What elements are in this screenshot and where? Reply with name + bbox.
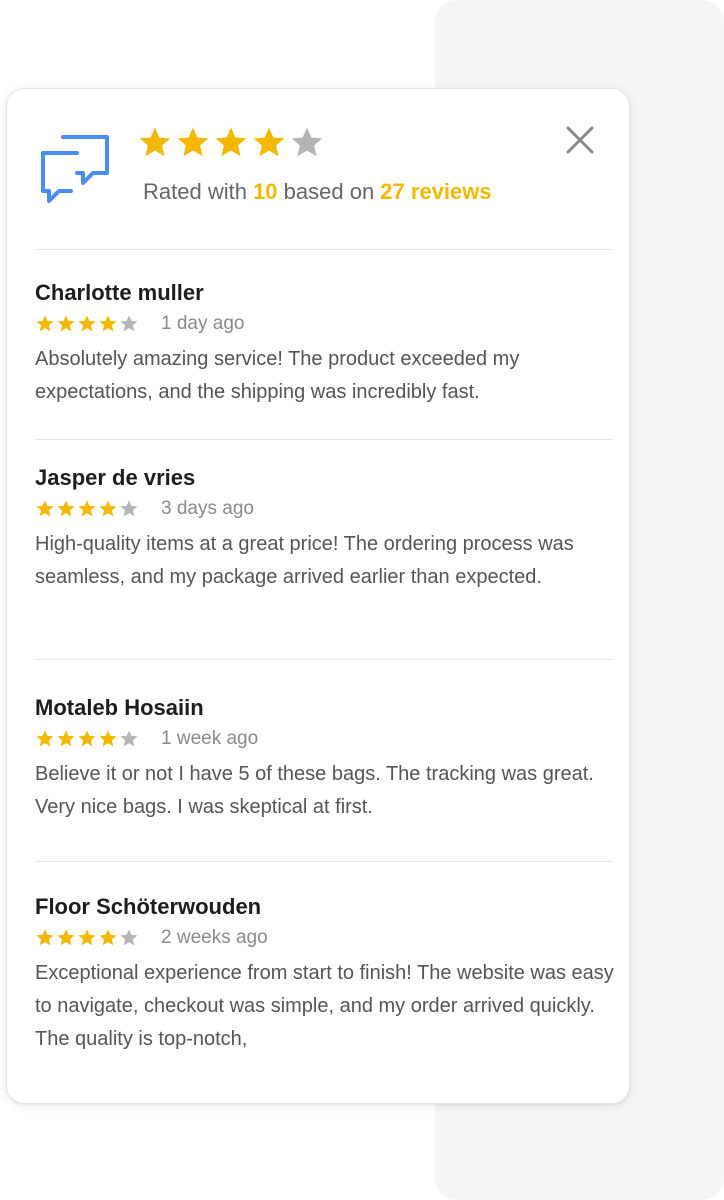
header-divider (35, 249, 613, 250)
star-filled-icon (78, 730, 96, 747)
review-divider (35, 861, 613, 862)
review-item: Floor Schöterwouden 2 weeks ago Exceptio… (35, 893, 615, 1056)
star-filled-icon (99, 500, 117, 517)
review-meta: 3 days ago (35, 498, 615, 520)
review-time: 1 day ago (161, 313, 245, 334)
star-filled-icon (78, 500, 96, 517)
review-stars (35, 499, 139, 519)
reviews-card: Rated with 10 based on 27 reviews Charlo… (6, 88, 630, 1104)
review-text: High-quality items at a great price! The… (35, 533, 574, 588)
close-icon[interactable] (563, 123, 597, 157)
star-filled-icon (78, 315, 96, 332)
review-stars (35, 729, 139, 749)
review-item: Motaleb Hosaiin 1 week ago Believe it or… (35, 694, 615, 824)
star-filled-icon (36, 929, 54, 946)
review-text: Believe it or not I have 5 of these bags… (35, 763, 594, 818)
review-item: Charlotte muller 1 day ago Absolutely am… (35, 279, 615, 409)
star-filled-icon (215, 127, 247, 157)
star-empty-icon (120, 929, 138, 946)
rating-summary-prefix: Rated with (143, 179, 254, 204)
star-filled-icon (139, 127, 171, 157)
star-filled-icon (36, 730, 54, 747)
review-text: Absolutely amazing service! The product … (35, 348, 520, 403)
star-filled-icon (36, 500, 54, 517)
review-time: 2 weeks ago (161, 927, 268, 948)
review-item: Jasper de vries 3 days ago High-quality … (35, 464, 615, 594)
review-count: 27 reviews (380, 179, 492, 204)
review-time: 3 days ago (161, 498, 254, 519)
rating-score: 10 (253, 179, 278, 204)
star-filled-icon (99, 929, 117, 946)
reviewer-name: Motaleb Hosaiin (35, 695, 204, 720)
overall-rating-stars (137, 125, 325, 169)
star-filled-icon (177, 127, 209, 157)
review-divider (35, 439, 613, 440)
review-divider (35, 659, 613, 660)
reviews-header: Rated with 10 based on 27 reviews (7, 89, 629, 249)
reviewer-name: Floor Schöterwouden (35, 894, 262, 919)
star-filled-icon (99, 315, 117, 332)
star-filled-icon (57, 730, 75, 747)
review-time: 1 week ago (161, 728, 259, 749)
review-text: Exceptional experience from start to fin… (35, 962, 614, 1050)
rating-summary: Rated with 10 based on 27 reviews (143, 179, 492, 205)
review-meta: 2 weeks ago (35, 927, 615, 949)
rating-summary-middle: based on (277, 179, 381, 204)
star-filled-icon (57, 315, 75, 332)
star-empty-icon (120, 315, 138, 332)
star-filled-icon (57, 500, 75, 517)
reviewer-name: Jasper de vries (35, 465, 196, 490)
review-meta: 1 week ago (35, 728, 615, 750)
review-stars (35, 928, 139, 948)
review-meta: 1 day ago (35, 313, 615, 335)
chat-bubbles-icon (41, 135, 109, 203)
star-filled-icon (99, 730, 117, 747)
star-empty-icon (120, 730, 138, 747)
star-empty-icon (291, 127, 323, 157)
review-stars (35, 314, 139, 334)
reviewer-name: Charlotte muller (35, 280, 204, 305)
star-filled-icon (36, 315, 54, 332)
star-filled-icon (78, 929, 96, 946)
star-filled-icon (57, 929, 75, 946)
star-filled-icon (253, 127, 285, 157)
star-empty-icon (120, 500, 138, 517)
